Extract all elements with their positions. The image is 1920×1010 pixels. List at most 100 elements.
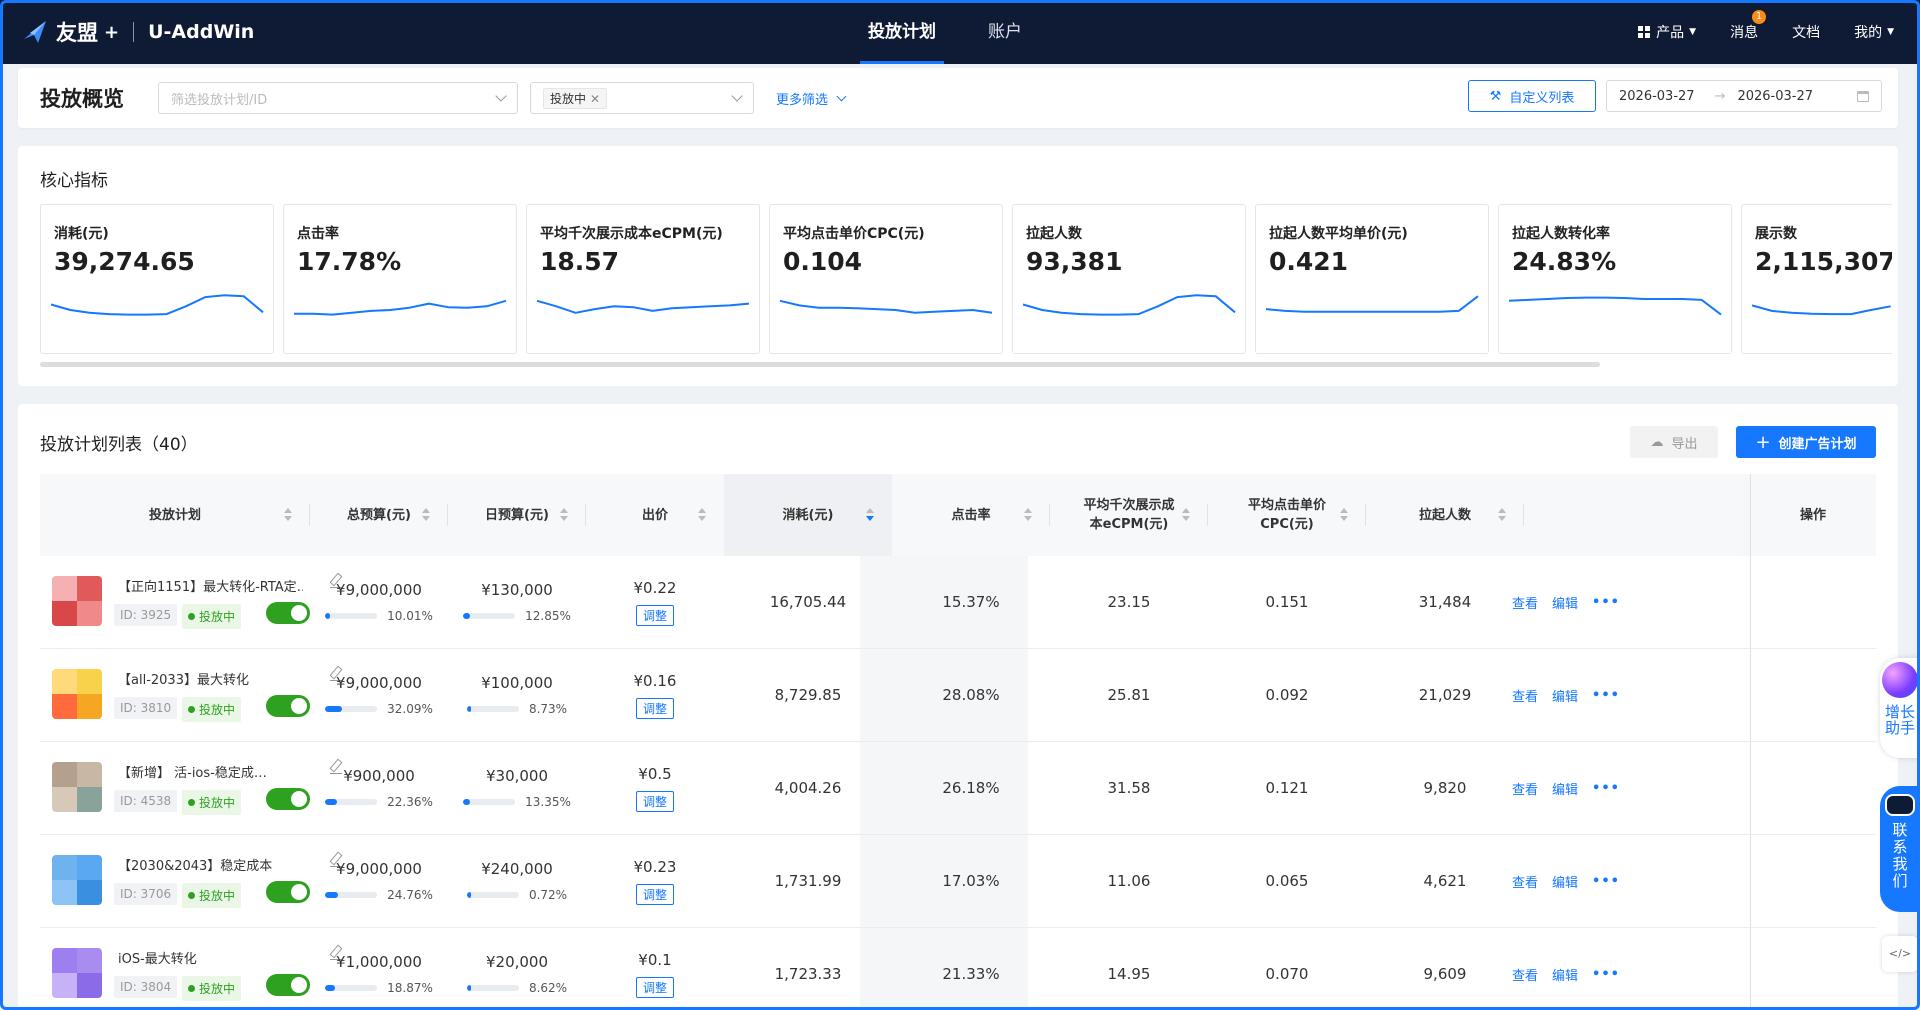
sort-icon[interactable] bbox=[1024, 508, 1032, 522]
date-end[interactable]: 2026-03-27 bbox=[1737, 89, 1813, 104]
sparkline-path bbox=[1751, 304, 1891, 316]
custom-list-button[interactable]: ⚒ 自定义列表 bbox=[1468, 80, 1596, 112]
metric-card[interactable]: 点击率 17.78% bbox=[283, 204, 517, 354]
view-link[interactable]: 查看 bbox=[1512, 872, 1538, 891]
date-range-picker[interactable]: 2026-03-27 → 2026-03-27 bbox=[1606, 80, 1882, 112]
robot-icon bbox=[1885, 794, 1915, 816]
col-cpc[interactable]: 平均点击单价CPC(元) bbox=[1208, 474, 1366, 556]
progress-fill bbox=[325, 892, 338, 898]
more-actions-icon[interactable]: ••• bbox=[1592, 595, 1620, 610]
metric-card[interactable]: 消耗(元) 39,274.65 bbox=[40, 204, 274, 354]
more-actions-icon[interactable]: ••• bbox=[1592, 781, 1620, 796]
metric-card[interactable]: 拉起人数 93,381 bbox=[1012, 204, 1246, 354]
main-nav: 投放计划 账户 bbox=[860, 0, 1066, 64]
sort-desc-icon[interactable] bbox=[866, 508, 874, 522]
chevron-down-icon bbox=[495, 90, 507, 102]
more-actions-icon[interactable]: ••• bbox=[1592, 967, 1620, 982]
metric-card[interactable]: 平均点击单价CPC(元) 0.104 bbox=[769, 204, 1003, 354]
tab-account[interactable]: 账户 bbox=[980, 0, 1030, 64]
sort-icon[interactable] bbox=[1498, 508, 1506, 522]
col-bid[interactable]: 出价 bbox=[586, 474, 724, 556]
metric-card[interactable]: 展示数 2,115,307 bbox=[1741, 204, 1892, 354]
close-icon[interactable]: ✕ bbox=[590, 92, 600, 106]
creative-thumbnail[interactable] bbox=[52, 576, 102, 626]
metric-card[interactable]: 拉起人数转化率 24.83% bbox=[1498, 204, 1732, 354]
sort-icon[interactable] bbox=[284, 508, 292, 522]
adjust-bid-button[interactable]: 调整 bbox=[635, 976, 674, 998]
metric-label: 拉起人数平均单价(元) bbox=[1269, 226, 1408, 242]
creative-thumbnail[interactable] bbox=[52, 948, 102, 998]
sort-icon[interactable] bbox=[560, 508, 568, 522]
edit-link[interactable]: 编辑 bbox=[1552, 593, 1578, 612]
view-link[interactable]: 查看 bbox=[1512, 965, 1538, 984]
metric-sparkline bbox=[50, 294, 264, 316]
col-spend[interactable]: 消耗(元) bbox=[724, 474, 892, 556]
adjust-bid-button[interactable]: 调整 bbox=[635, 883, 674, 905]
col-ctr[interactable]: 点击率 bbox=[892, 474, 1050, 556]
plan-toggle[interactable] bbox=[266, 788, 310, 810]
edit-link[interactable]: 编辑 bbox=[1552, 779, 1578, 798]
logo[interactable]: 友盟 + U-AddWin bbox=[20, 17, 254, 47]
edit-link[interactable]: 编辑 bbox=[1552, 872, 1578, 891]
docs-link[interactable]: 文档 bbox=[1792, 22, 1820, 42]
col-launches[interactable]: 拉起人数 bbox=[1366, 474, 1524, 556]
progress-fill bbox=[463, 613, 470, 619]
plan-name[interactable]: 【all-2033】最大转化 bbox=[118, 669, 303, 688]
col-plan[interactable]: 投放计划 bbox=[40, 474, 310, 556]
bid-value: ¥0.1 bbox=[638, 950, 672, 969]
col-total-budget-label: 总预算(元) bbox=[347, 507, 411, 523]
creative-thumbnail[interactable] bbox=[52, 855, 102, 905]
sort-icon[interactable] bbox=[1340, 508, 1348, 522]
messages-link[interactable]: 消息 1 bbox=[1730, 10, 1767, 42]
edit-link[interactable]: 编辑 bbox=[1552, 965, 1578, 984]
plan-filter-select[interactable]: 筛选投放计划/ID bbox=[158, 82, 518, 114]
growth-assistant-button[interactable]: 增长助手 bbox=[1880, 658, 1920, 758]
metric-card[interactable]: 拉起人数平均单价(元) 0.421 bbox=[1255, 204, 1489, 354]
contact-us-button[interactable]: 联系我们 bbox=[1880, 786, 1920, 912]
view-link[interactable]: 查看 bbox=[1512, 686, 1538, 705]
sort-icon[interactable] bbox=[422, 508, 430, 522]
table-header: 投放计划 总预算(元) 日预算(元) 出价 消耗(元) 点击率 平均千次展示成本… bbox=[40, 474, 1876, 556]
export-button[interactable]: ☁ 导出 bbox=[1630, 426, 1718, 458]
edit-link[interactable]: 编辑 bbox=[1552, 686, 1578, 705]
row-actions: 查看 编辑 ••• bbox=[1512, 556, 1634, 648]
adjust-bid-button[interactable]: 调整 bbox=[635, 790, 674, 812]
mine-menu[interactable]: 我的 ▼ bbox=[1854, 22, 1894, 42]
plan-name[interactable]: 【2030&2043】稳定成本 bbox=[118, 855, 303, 874]
adjust-bid-button[interactable]: 调整 bbox=[635, 697, 674, 719]
view-link[interactable]: 查看 bbox=[1512, 779, 1538, 798]
status-filter-select[interactable]: 投放中 ✕ bbox=[530, 82, 754, 114]
code-feedback-icon[interactable]: </> bbox=[1882, 936, 1918, 972]
plan-toggle[interactable] bbox=[266, 974, 310, 996]
plan-toggle[interactable] bbox=[266, 695, 310, 717]
plan-name[interactable]: iOS-最大转化 bbox=[118, 948, 303, 967]
plan-id: ID: 3804 bbox=[114, 976, 178, 998]
more-actions-icon[interactable]: ••• bbox=[1592, 874, 1620, 889]
status-tag[interactable]: 投放中 ✕ bbox=[543, 87, 608, 109]
date-start[interactable]: 2026-03-27 bbox=[1619, 89, 1695, 104]
adjust-bid-button[interactable]: 调整 bbox=[635, 604, 674, 626]
plan-toggle[interactable] bbox=[266, 602, 310, 624]
view-link[interactable]: 查看 bbox=[1512, 593, 1538, 612]
create-campaign-button[interactable]: + 创建广告计划 bbox=[1736, 426, 1876, 458]
more-filters-link[interactable]: 更多筛选 bbox=[776, 89, 847, 108]
sort-icon[interactable] bbox=[1182, 508, 1190, 522]
campaign-list-panel: 投放计划列表（40） ☁ 导出 + 创建广告计划 投放计划 总预算(元) 日预算(元… bbox=[18, 404, 1898, 1010]
more-actions-icon[interactable]: ••• bbox=[1592, 688, 1620, 703]
plan-toggle[interactable] bbox=[266, 881, 310, 903]
status-badge: 投放中 bbox=[182, 790, 242, 815]
product-menu[interactable]: 产品 ▼ bbox=[1638, 22, 1696, 42]
creative-thumbnail[interactable] bbox=[52, 669, 102, 719]
col-total-budget[interactable]: 总预算(元) bbox=[310, 474, 448, 556]
metric-label: 平均千次展示成本eCPM(元) bbox=[540, 226, 723, 242]
col-daily-budget[interactable]: 日预算(元) bbox=[448, 474, 586, 556]
plan-name[interactable]: 【正向1151】最大转化-RTA定… bbox=[118, 576, 303, 595]
metric-card[interactable]: 平均千次展示成本eCPM(元) 18.57 bbox=[526, 204, 760, 354]
plan-name[interactable]: 【新增】 活-ios-稳定成… bbox=[118, 762, 303, 781]
sort-icon[interactable] bbox=[698, 508, 706, 522]
col-ecpm[interactable]: 平均千次展示成本eCPM(元) bbox=[1050, 474, 1208, 556]
creative-thumbnail[interactable] bbox=[52, 762, 102, 812]
tab-campaigns[interactable]: 投放计划 bbox=[860, 0, 944, 64]
horizontal-scrollbar[interactable] bbox=[40, 362, 1600, 367]
date-arrow: → bbox=[1714, 88, 1726, 104]
